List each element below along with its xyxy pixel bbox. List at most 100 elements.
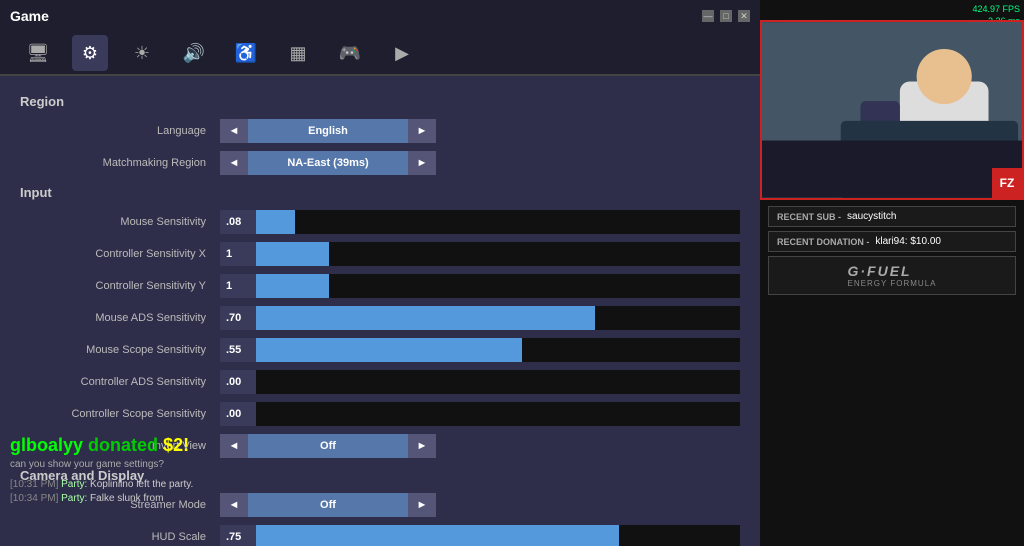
mouse-sensitivity-fill xyxy=(256,210,295,234)
recent-sub-row: RECENT SUB - saucystitch xyxy=(768,206,1016,227)
fps-value: 424.97 FPS xyxy=(972,4,1020,16)
tab-bar: 🖥 ⚙ ☀ 🔊 ♿ ▦ 🎮 ▶ xyxy=(0,32,760,76)
window-title: Game xyxy=(10,8,49,24)
mouse-sensitivity-value: .08 xyxy=(220,210,256,234)
recent-donation-label: RECENT DONATION - xyxy=(777,237,869,247)
mouse-ads-sensitivity-slider[interactable]: .70 xyxy=(220,306,740,330)
controller-sensitivity-y-row: Controller Sensitivity Y 1 xyxy=(20,272,740,300)
language-row: Language ◄ English ► xyxy=(20,117,740,145)
mouse-scope-sensitivity-slider[interactable]: .55 xyxy=(220,338,740,362)
tab-controller[interactable]: 🎮 xyxy=(332,35,368,71)
tab-grid[interactable]: ▦ xyxy=(280,35,316,71)
controller-scope-sensitivity-label: Controller Scope Sensitivity xyxy=(20,408,220,420)
controller-sensitivity-x-track xyxy=(256,242,740,266)
webcam-visual xyxy=(762,22,1022,198)
matchmaking-region-prev-button[interactable]: ◄ xyxy=(220,151,248,175)
controller-scope-sensitivity-track xyxy=(256,402,740,426)
controller-sensitivity-y-track xyxy=(256,274,740,298)
gfuel-logo: G·FUEL ENERGY FORMULA xyxy=(768,256,1016,295)
controller-ads-sensitivity-track xyxy=(256,370,740,394)
tab-monitor[interactable]: 🖥 xyxy=(20,35,56,71)
chat-timestamp-1: [10:31 PM] xyxy=(10,479,58,490)
matchmaking-region-label: Matchmaking Region xyxy=(20,157,220,169)
controller-scope-sensitivity-slider[interactable]: .00 xyxy=(220,402,740,426)
mouse-ads-sensitivity-value: .70 xyxy=(220,306,256,330)
mouse-scope-sensitivity-value: .55 xyxy=(220,338,256,362)
controller-sensitivity-y-label: Controller Sensitivity Y xyxy=(20,280,220,292)
chat-msg-1: Koplinilno left the party. xyxy=(90,479,193,490)
tab-brightness[interactable]: ☀ xyxy=(124,35,160,71)
mouse-scope-sensitivity-track xyxy=(256,338,740,362)
chat-line-1: [10:31 PM] Party: Koplinilno left the pa… xyxy=(10,478,370,492)
matchmaking-region-row: Matchmaking Region ◄ NA-East (39ms) ► xyxy=(20,149,740,177)
mouse-scope-sensitivity-fill xyxy=(256,338,522,362)
language-label: Language xyxy=(20,125,220,137)
maximize-button[interactable]: □ xyxy=(720,10,732,22)
mouse-sensitivity-row: Mouse Sensitivity .08 xyxy=(20,208,740,236)
invert-view-next-button[interactable]: ► xyxy=(408,434,436,458)
donated-word: donated xyxy=(88,435,158,455)
recent-donation-value: klari94: $10.00 xyxy=(875,236,941,247)
controller-scope-sensitivity-row: Controller Scope Sensitivity .00 xyxy=(20,400,740,428)
webcam-background xyxy=(762,22,1022,198)
hud-scale-slider[interactable]: .75 xyxy=(220,525,740,546)
minimize-button[interactable]: — xyxy=(702,10,714,22)
webcam-box: FZ xyxy=(760,20,1024,200)
controller-sensitivity-x-label: Controller Sensitivity X xyxy=(20,248,220,260)
controller-ads-sensitivity-row: Controller ADS Sensitivity .00 xyxy=(20,368,740,396)
stream-panel: 424.97 FPS 2.36 ms FZ RECENT SUB - saucy… xyxy=(760,0,1024,546)
controller-scope-sensitivity-value: .00 xyxy=(220,402,256,426)
language-selector: ◄ English ► xyxy=(220,119,436,143)
close-button[interactable]: ✕ xyxy=(738,10,750,22)
title-bar: Game — □ ✕ xyxy=(0,0,760,32)
controller-ads-sensitivity-value: .00 xyxy=(220,370,256,394)
tab-sound[interactable]: 🔊 xyxy=(176,35,212,71)
mouse-ads-sensitivity-track xyxy=(256,306,740,330)
language-value: English xyxy=(248,119,408,143)
recent-donation-row: RECENT DONATION - klari94: $10.00 xyxy=(768,231,1016,252)
matchmaking-region-next-button[interactable]: ► xyxy=(408,151,436,175)
chat-user-2: Party: xyxy=(61,493,87,504)
tab-play[interactable]: ▶ xyxy=(384,35,420,71)
donation-amount: $2! xyxy=(163,435,189,455)
mouse-scope-sensitivity-label: Mouse Scope Sensitivity xyxy=(20,344,220,356)
language-next-button[interactable]: ► xyxy=(408,119,436,143)
title-bar-left: Game xyxy=(10,8,49,24)
hud-scale-value: .75 xyxy=(220,525,256,546)
hud-scale-track xyxy=(256,525,740,546)
tab-gear[interactable]: ⚙ xyxy=(72,35,108,71)
controller-sensitivity-y-slider[interactable]: 1 xyxy=(220,274,740,298)
matchmaking-region-selector: ◄ NA-East (39ms) ► xyxy=(220,151,436,175)
mouse-scope-sensitivity-row: Mouse Scope Sensitivity .55 xyxy=(20,336,740,364)
controller-sensitivity-x-row: Controller Sensitivity X 1 xyxy=(20,240,740,268)
faze-logo-overlay: FZ xyxy=(992,168,1022,198)
hud-scale-label: HUD Scale xyxy=(20,531,220,543)
title-bar-controls: — □ ✕ xyxy=(702,10,750,22)
controller-sensitivity-y-fill xyxy=(256,274,329,298)
chat-log: [10:31 PM] Party: Koplinilno left the pa… xyxy=(10,478,370,506)
hud-scale-fill xyxy=(256,525,619,546)
chat-overlay: glboalyy donated $2! can you show your g… xyxy=(10,435,370,506)
language-prev-button[interactable]: ◄ xyxy=(220,119,248,143)
controller-ads-sensitivity-slider[interactable]: .00 xyxy=(220,370,740,394)
panel-info: RECENT SUB - saucystitch RECENT DONATION… xyxy=(760,200,1024,546)
mouse-sensitivity-slider[interactable]: .08 xyxy=(220,210,740,234)
recent-sub-value: saucystitch xyxy=(847,211,896,222)
input-section-header: Input xyxy=(20,185,740,202)
controller-sensitivity-y-value: 1 xyxy=(220,274,256,298)
mouse-ads-sensitivity-fill xyxy=(256,306,595,330)
controller-sensitivity-x-value: 1 xyxy=(220,242,256,266)
streamer-mode-next-button[interactable]: ► xyxy=(408,493,436,517)
chat-question: can you show your game settings? xyxy=(10,459,370,470)
controller-ads-sensitivity-label: Controller ADS Sensitivity xyxy=(20,376,220,388)
gfuel-name: G·FUEL xyxy=(848,263,937,279)
controller-sensitivity-x-slider[interactable]: 1 xyxy=(220,242,740,266)
tab-accessibility[interactable]: ♿ xyxy=(228,35,264,71)
chat-msg-2: Falke slunk from xyxy=(90,493,163,504)
donation-message: glboalyy donated $2! xyxy=(10,435,370,457)
recent-sub-label: RECENT SUB - xyxy=(777,212,841,222)
mouse-sensitivity-label: Mouse Sensitivity xyxy=(20,216,220,228)
mouse-sensitivity-track xyxy=(256,210,740,234)
mouse-ads-sensitivity-row: Mouse ADS Sensitivity .70 xyxy=(20,304,740,332)
hud-scale-row: HUD Scale .75 xyxy=(20,523,740,546)
